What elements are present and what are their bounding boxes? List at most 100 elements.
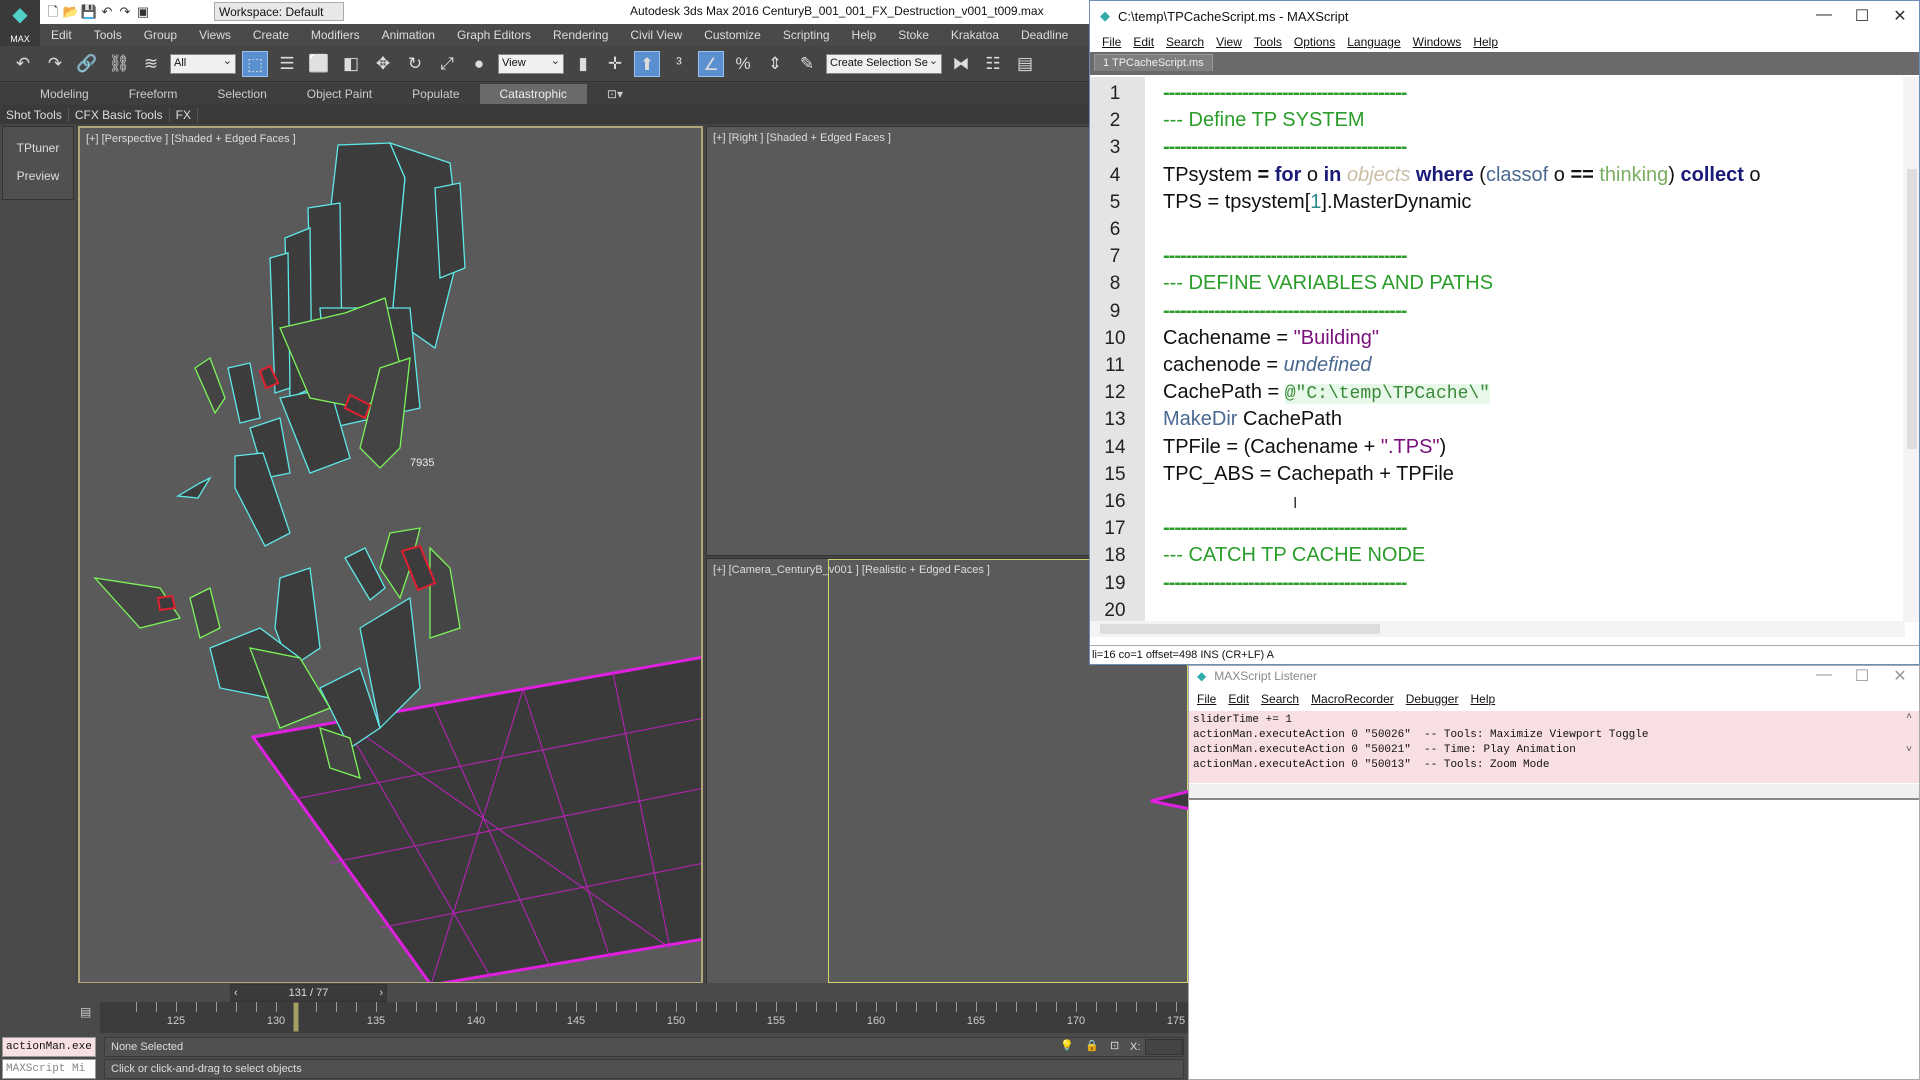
open-file-icon[interactable]: 📂	[62, 4, 80, 20]
preview-button[interactable]: Preview	[3, 169, 73, 183]
close-button[interactable]: ✕	[1885, 666, 1915, 686]
scroll-thumb[interactable]	[1907, 169, 1917, 449]
bind-spacewarp-icon[interactable]: ≋	[138, 51, 164, 77]
menu-help[interactable]: Help	[841, 28, 888, 42]
menu-customize[interactable]: Customize	[693, 28, 772, 42]
snap-toggle-icon[interactable]: ³	[666, 51, 692, 77]
align-icon[interactable]: ☷	[980, 51, 1006, 77]
tptuner-button[interactable]: TPtuner	[3, 141, 73, 155]
undo-icon[interactable]: ↶	[98, 4, 116, 20]
layer-icon[interactable]: ▤	[1012, 51, 1038, 77]
select-by-name-icon[interactable]: ☰	[274, 51, 300, 77]
editor-menu-file[interactable]: File	[1096, 35, 1127, 49]
rect-selection-icon[interactable]: ⬜	[306, 51, 332, 77]
move-icon[interactable]: ✥	[370, 51, 396, 77]
listener-menu-macrorecorder[interactable]: MacroRecorder	[1305, 692, 1400, 706]
output-horizontal-scrollbar[interactable]	[1189, 784, 1919, 800]
keyboard-shortcut-override-icon[interactable]: ⬆	[634, 50, 660, 77]
lock-icon[interactable]: 🔒	[1085, 1039, 1099, 1052]
tab-modeling[interactable]: Modeling	[20, 84, 109, 104]
pivot-icon[interactable]: ▮	[570, 51, 596, 77]
unlink-icon[interactable]: ⛓	[106, 51, 132, 77]
editor-menu-edit[interactable]: Edit	[1127, 35, 1160, 49]
menu-tools[interactable]: Tools	[83, 28, 133, 42]
right-viewport[interactable]: [+] [Right ] [Shaded + Edged Faces ]	[706, 126, 1090, 556]
curve-editor-toggle-icon[interactable]: ▤	[80, 1005, 91, 1019]
scroll-thumb[interactable]	[1100, 624, 1380, 634]
tab-object-paint[interactable]: Object Paint	[287, 84, 392, 104]
minimize-button[interactable]: —	[1809, 6, 1839, 24]
perspective-viewport-label[interactable]: [+] [Perspective ] [Shaded + Edged Faces…	[86, 133, 296, 145]
menu-create[interactable]: Create	[242, 28, 300, 42]
editor-menu-tools[interactable]: Tools	[1248, 35, 1288, 49]
link-icon[interactable]: 🔗	[74, 51, 100, 77]
vertical-scrollbar[interactable]	[1903, 77, 1919, 622]
menu-views[interactable]: Views	[188, 28, 242, 42]
tab-selection[interactable]: Selection	[197, 84, 286, 104]
editor-menu-options[interactable]: Options	[1288, 35, 1341, 49]
mini-listener-output[interactable]: actionMan.exe	[2, 1037, 96, 1057]
absolute-mode-icon[interactable]: ⊡	[1110, 1039, 1119, 1052]
output-scrollbar[interactable]: ˄ ˅	[1899, 711, 1919, 783]
listener-menu-debugger[interactable]: Debugger	[1400, 692, 1465, 706]
save-icon[interactable]: 💾	[80, 4, 98, 20]
close-button[interactable]: ✕	[1885, 6, 1915, 26]
maximize-button[interactable]: ☐	[1847, 6, 1877, 26]
listener-menu-help[interactable]: Help	[1464, 692, 1501, 706]
menu-stoke[interactable]: Stoke	[887, 28, 940, 42]
menu-animation[interactable]: Animation	[371, 28, 446, 42]
tab-catastrophic[interactable]: Catastrophic	[479, 84, 587, 104]
current-frame-marker[interactable]	[293, 1002, 299, 1032]
place-icon[interactable]: ●	[466, 51, 492, 77]
listener-menu-search[interactable]: Search	[1255, 692, 1305, 706]
tab-freeform[interactable]: Freeform	[109, 84, 198, 104]
scale-icon[interactable]: ⤢	[434, 51, 460, 77]
ribbon-options-icon[interactable]: ⊡▾	[587, 84, 643, 104]
selection-filter-dropdown[interactable]: All	[170, 53, 236, 74]
editor-menu-language[interactable]: Language	[1341, 35, 1406, 49]
maximize-button[interactable]: ☐	[1847, 666, 1877, 686]
percent-snap-icon[interactable]: %	[730, 51, 756, 77]
edit-named-selection-icon[interactable]: ✎	[794, 51, 820, 77]
isolate-icon[interactable]: 💡	[1060, 1039, 1074, 1052]
rotate-icon[interactable]: ↻	[402, 51, 428, 77]
menu-civil-view[interactable]: Civil View	[619, 28, 693, 42]
listener-output[interactable]: sliderTime += 1 actionMan.executeAction 0…	[1189, 711, 1899, 783]
mini-listener-input[interactable]: MAXScript Mi	[2, 1059, 96, 1079]
select-object-icon[interactable]: ⬚	[242, 50, 268, 77]
editor-menu-help[interactable]: Help	[1467, 35, 1504, 49]
minimize-button[interactable]: —	[1809, 666, 1839, 684]
track-bar[interactable]: 125 130 135 140 145 150 155 160 165 170 175	[100, 1002, 1188, 1033]
listener-menu-file[interactable]: File	[1191, 692, 1222, 706]
code-area[interactable]: ----------------------------------------…	[1145, 77, 1905, 627]
x-coord-field[interactable]	[1145, 1039, 1183, 1055]
menu-graph-editors[interactable]: Graph Editors	[446, 28, 542, 42]
subtab-shot-tools[interactable]: Shot Tools	[0, 107, 69, 122]
menu-deadline[interactable]: Deadline	[1010, 28, 1079, 42]
menu-group[interactable]: Group	[133, 28, 188, 42]
subtab-cfx-basic-tools[interactable]: CFX Basic Tools	[69, 107, 170, 122]
menu-modifiers[interactable]: Modifiers	[300, 28, 371, 42]
editor-menu-view[interactable]: View	[1210, 35, 1248, 49]
menu-krakatoa[interactable]: Krakatoa	[940, 28, 1010, 42]
next-frame-icon[interactable]: ›	[379, 985, 383, 1001]
perspective-viewport[interactable]: 7935 [+] [Perspective ] [Shaded + Edged …	[78, 126, 703, 984]
app-menu-button[interactable]: ◆ MAX	[0, 0, 40, 46]
menu-rendering[interactable]: Rendering	[542, 28, 619, 42]
project-folder-icon[interactable]: ▣	[134, 4, 152, 20]
prev-frame-icon[interactable]: ‹	[234, 985, 238, 1001]
manipulate-icon[interactable]: ✛	[602, 51, 628, 77]
spinner-snap-icon[interactable]: ⇕	[762, 51, 788, 77]
redo-icon[interactable]: ↷	[116, 4, 134, 20]
subtab-fx[interactable]: FX	[170, 107, 198, 122]
listener-input[interactable]	[1189, 804, 1919, 1079]
menu-scripting[interactable]: Scripting	[772, 28, 841, 42]
tab-populate[interactable]: Populate	[392, 84, 479, 104]
tab-tpcachescript[interactable]: 1 TPCacheScript.ms	[1094, 54, 1213, 71]
angle-snap-icon[interactable]: ∠	[698, 50, 724, 77]
camera-viewport-label[interactable]: [+] [Camera_CenturyB_v001 ] [Realistic +…	[713, 564, 990, 576]
reference-coord-dropdown[interactable]: View	[498, 53, 564, 74]
new-file-icon[interactable]: 🗋	[44, 3, 62, 19]
window-crossing-icon[interactable]: ◧	[338, 51, 364, 77]
named-selection-dropdown[interactable]: Create Selection Se	[826, 53, 942, 74]
